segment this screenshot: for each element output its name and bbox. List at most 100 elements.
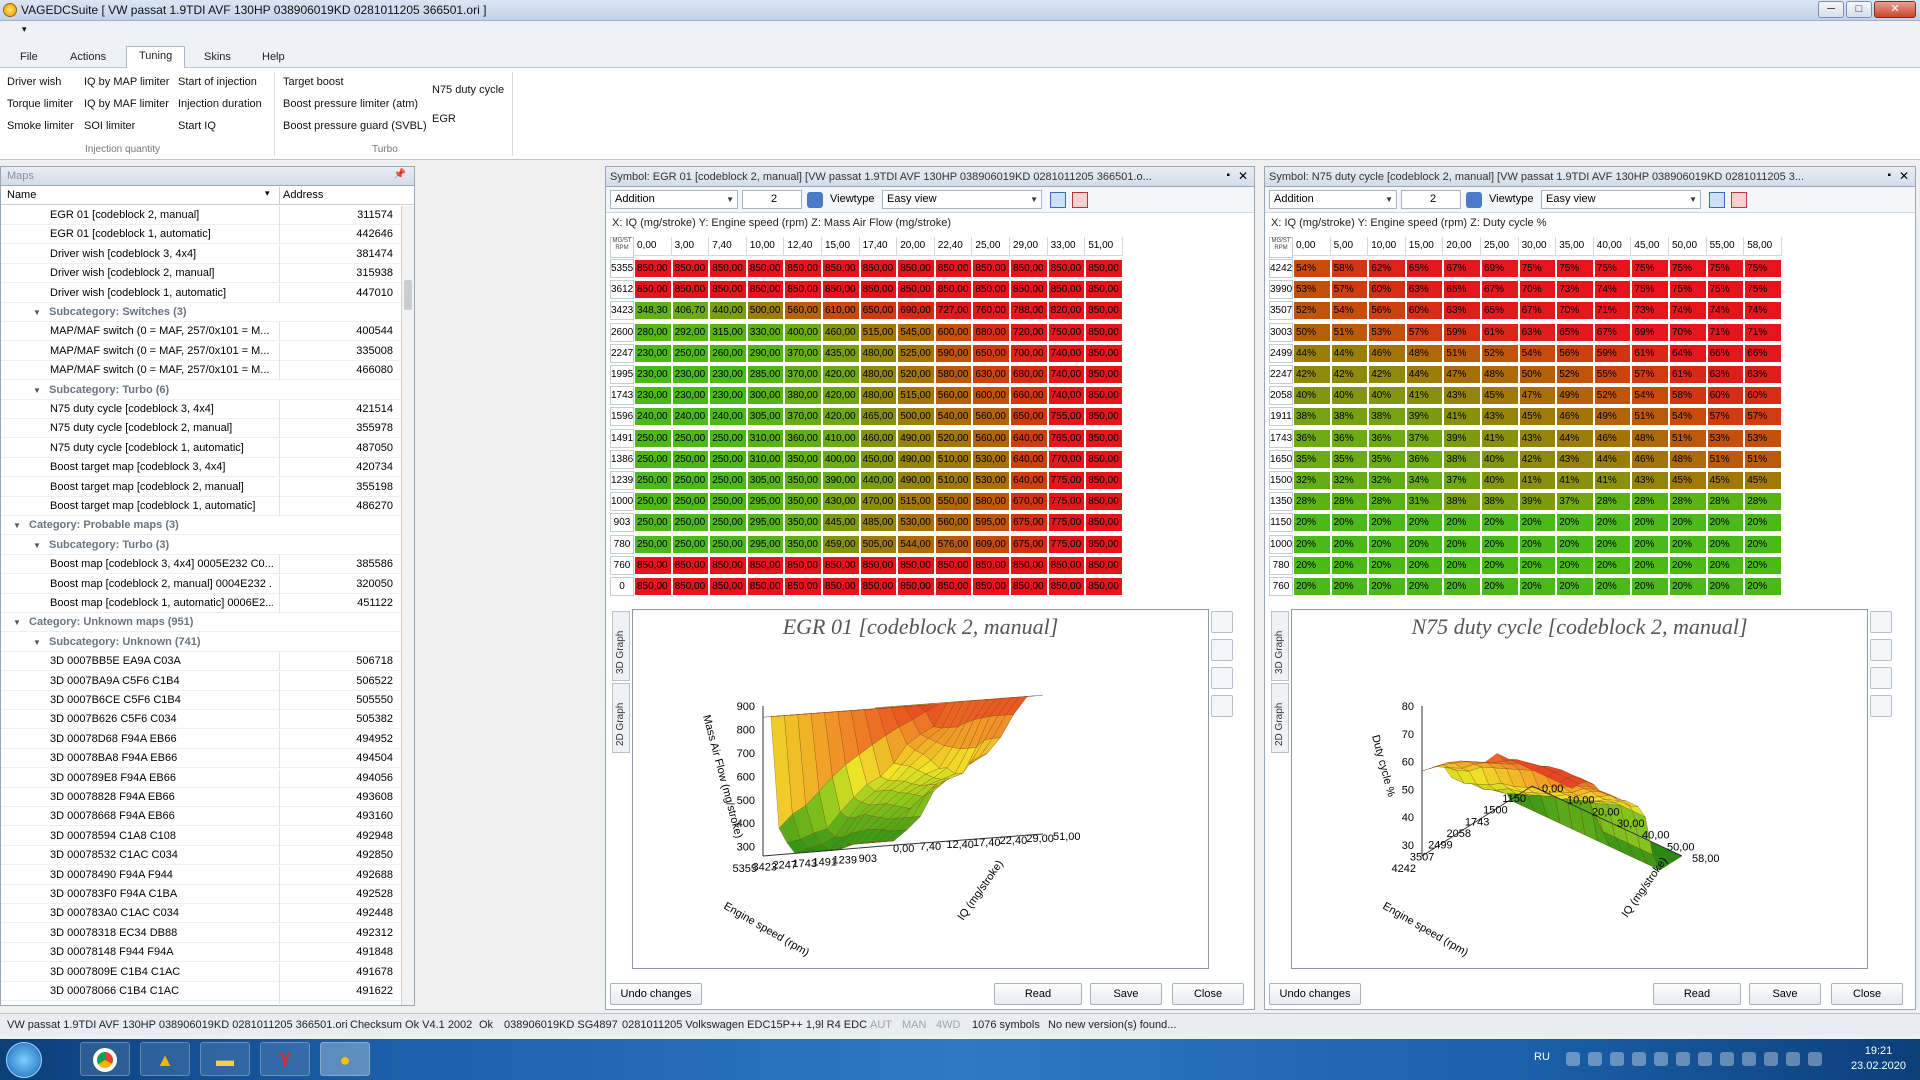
map-cell[interactable]: 41% <box>1443 407 1481 427</box>
map-cell[interactable]: 51% <box>1706 449 1745 469</box>
map-cell[interactable]: 850,00 <box>784 280 822 300</box>
map-cell[interactable]: 20% <box>1706 513 1745 533</box>
map-cell[interactable]: 310,00 <box>746 449 785 469</box>
map-cell[interactable]: 44% <box>1293 343 1331 363</box>
map-cell[interactable]: 37% <box>1405 428 1444 448</box>
map-cell[interactable]: 295,00 <box>746 534 785 554</box>
map-cell[interactable]: 66% <box>1744 343 1782 363</box>
map-cell[interactable]: 58% <box>1669 386 1707 406</box>
expand-chevron-icon[interactable]: ▼ <box>33 536 41 555</box>
map-cell[interactable]: 44% <box>1330 343 1369 363</box>
map-cell[interactable]: 850,00 <box>671 259 710 278</box>
map-cell[interactable]: 28% <box>1330 492 1369 512</box>
map-cell[interactable]: 550,00 <box>934 492 973 512</box>
maximize-button[interactable]: □ <box>1846 1 1872 18</box>
map-cell[interactable]: 20% <box>1556 577 1594 596</box>
apply-icon[interactable] <box>807 192 823 208</box>
tree-category[interactable]: ▼ Subcategory: Switches (3) <box>1 303 401 322</box>
map-cell[interactable]: 525,00 <box>897 343 935 363</box>
tree-item[interactable]: 3D 00077F9A C1C0 C1A8 491418 <box>1 1001 401 1004</box>
tree-item[interactable]: 3D 000789E8 F94A EB66 494056 <box>1 768 401 788</box>
undo-changes-button[interactable]: Undo changes <box>1269 983 1361 1005</box>
map-cell[interactable]: 20% <box>1556 534 1594 554</box>
update-tray-icon[interactable] <box>1654 1052 1668 1066</box>
map-cell[interactable]: 650,00 <box>1010 407 1048 427</box>
map-cell[interactable]: 680,00 <box>972 322 1010 342</box>
map-cell[interactable]: 56% <box>1556 343 1594 363</box>
map-cell[interactable]: 20% <box>1518 534 1557 554</box>
map-cell[interactable]: 380,00 <box>784 386 822 406</box>
map-cell[interactable]: 250,00 <box>634 534 672 554</box>
map-cell[interactable]: 850,00 <box>1085 280 1123 300</box>
close-button[interactable]: Close <box>1831 983 1903 1005</box>
map-cell[interactable]: 544,00 <box>897 534 935 554</box>
map-cell[interactable]: 43% <box>1481 407 1519 427</box>
sort-dropdown-icon[interactable]: ▾ <box>265 188 270 199</box>
reset-view-icon[interactable] <box>1870 695 1892 717</box>
map-cell[interactable]: 350,00 <box>784 492 822 512</box>
map-cell[interactable]: 610,00 <box>822 301 860 321</box>
map-cell[interactable]: 305,00 <box>746 471 785 490</box>
map-cell[interactable]: 660,00 <box>1010 386 1048 406</box>
map-cell[interactable]: 73% <box>1631 301 1669 321</box>
map-cell[interactable]: 75% <box>1706 280 1745 300</box>
map-cell[interactable]: 28% <box>1293 492 1331 512</box>
expand-chevron-icon[interactable]: ▼ <box>13 613 21 632</box>
map-cell[interactable]: 50% <box>1518 365 1557 384</box>
map-cell[interactable]: 400,00 <box>784 322 822 342</box>
map-cell[interactable]: 53% <box>1368 322 1406 342</box>
map-cell[interactable]: 62% <box>1368 259 1406 278</box>
map-cell[interactable]: 400,00 <box>822 449 860 469</box>
map-cell[interactable]: 48% <box>1405 343 1444 363</box>
map-cell[interactable]: 39% <box>1405 407 1444 427</box>
map-cell[interactable]: 70% <box>1669 322 1707 342</box>
map-cell[interactable]: 465,00 <box>859 407 898 427</box>
map-cell[interactable]: 459,00 <box>822 534 860 554</box>
map-cell[interactable]: 560,00 <box>934 386 973 406</box>
map-cell[interactable]: 60% <box>1706 386 1745 406</box>
map-cell[interactable]: 240,00 <box>634 407 672 427</box>
map-cell[interactable]: 45% <box>1706 471 1745 490</box>
map-cell[interactable]: 57% <box>1744 407 1782 427</box>
map-cell[interactable]: 20% <box>1518 513 1557 533</box>
tree-item[interactable]: 3D 00078668 F94A EB66 493160 <box>1 807 401 827</box>
map-cell[interactable]: 32% <box>1368 471 1406 490</box>
map-cell[interactable]: 64% <box>1669 343 1707 363</box>
map-cell[interactable]: 20% <box>1631 513 1669 533</box>
driver-wish-button[interactable]: Driver wish <box>7 76 61 88</box>
map-cell[interactable]: 305,00 <box>746 407 785 427</box>
map-cell[interactable]: 540,00 <box>934 407 973 427</box>
map-cell[interactable]: 44% <box>1556 428 1594 448</box>
tree-category[interactable]: ▼ Subcategory: Turbo (3) <box>1 536 401 555</box>
map-cell[interactable]: 850,00 <box>897 280 935 300</box>
tree-item[interactable]: Driver wish [codeblock 2, manual] 315938 <box>1 264 401 284</box>
viewtype-select[interactable]: Easy view ▼ <box>1541 190 1701 209</box>
n75-duty-cycle-button[interactable]: N75 duty cycle <box>432 84 504 96</box>
map-cell[interactable]: 36% <box>1405 449 1444 469</box>
map-cell[interactable]: 850,00 <box>897 555 935 575</box>
tab-2d-graph[interactable]: 2D Graph <box>1271 683 1289 753</box>
map-cell[interactable]: 850,00 <box>1085 513 1123 533</box>
map-cell[interactable]: 75% <box>1669 280 1707 300</box>
tree-item[interactable]: 3D 00078D68 F94A EB66 494952 <box>1 729 401 749</box>
map-cell[interactable]: 850,00 <box>972 280 1010 300</box>
viewtype-select[interactable]: Easy view ▼ <box>882 190 1042 209</box>
map-cell[interactable]: 600,00 <box>934 322 973 342</box>
tree-item[interactable]: Boost map [codeblock 1, automatic] 0006E… <box>1 594 401 613</box>
map-cell[interactable]: 250,00 <box>634 428 672 448</box>
map-cell[interactable]: 20% <box>1593 513 1632 533</box>
map-cell[interactable]: 850,00 <box>859 577 898 596</box>
read-button[interactable]: Read <box>1653 983 1741 1005</box>
map-cell[interactable]: 740,00 <box>1047 365 1086 384</box>
zoom-out-icon[interactable] <box>1870 639 1892 661</box>
map-cell[interactable]: 850,00 <box>634 280 672 300</box>
map-cell[interactable]: 38% <box>1443 449 1481 469</box>
map-cell[interactable]: 505,00 <box>859 534 898 554</box>
map-cell[interactable]: 20% <box>1443 534 1481 554</box>
map-cell[interactable]: 43% <box>1556 449 1594 469</box>
torque-limiter-button[interactable]: Torque limiter <box>7 98 73 110</box>
map-cell[interactable]: 775,00 <box>1047 492 1086 512</box>
map-cell[interactable]: 20% <box>1481 534 1519 554</box>
map-cell[interactable]: 38% <box>1368 407 1406 427</box>
map-cell[interactable]: 850,00 <box>1085 428 1123 448</box>
